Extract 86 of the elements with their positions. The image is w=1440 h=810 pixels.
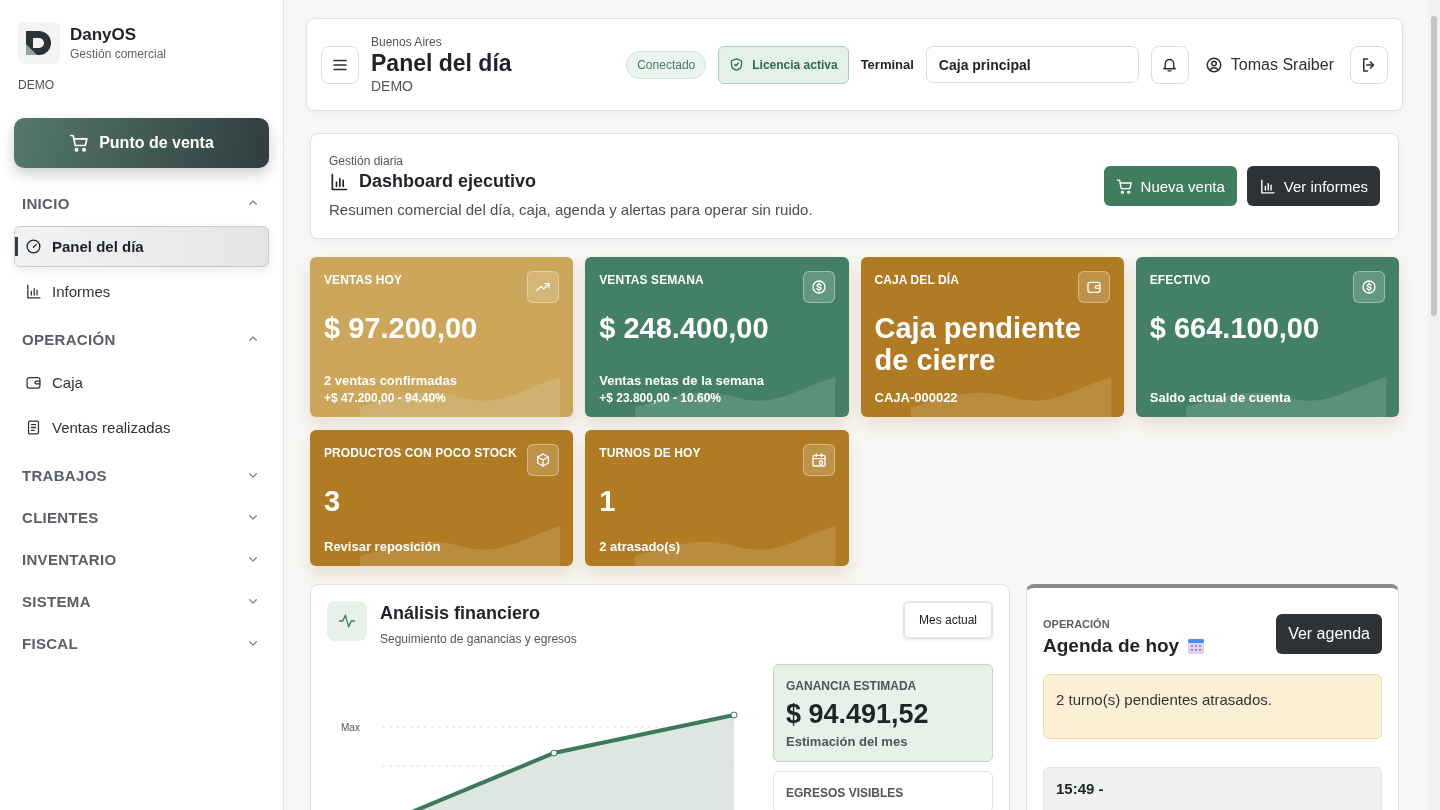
section-header[interactable]: INICIO (14, 182, 269, 224)
new-sale-button[interactable]: Nueva venta (1103, 166, 1237, 206)
logout-button[interactable] (1350, 45, 1388, 84)
stat-label: EGRESOS VISIBLES (786, 786, 905, 800)
page-title: Panel del día (371, 50, 513, 77)
section-eyebrow: Gestión diaria (329, 154, 405, 168)
stat-note: Estimación del mes (786, 734, 909, 749)
kpi-title: VENTAS SEMANA (599, 273, 704, 287)
chart-point (550, 749, 558, 757)
kpi-note: Saldo actual de cuenta (1149, 390, 1292, 405)
section-header[interactable]: OPERACIÓN (14, 318, 269, 360)
dollar-icon (1361, 279, 1377, 295)
kpi-note: CAJA-000022 (874, 390, 959, 405)
kpi-note: +$ 23.800,00 - 10.60% (599, 391, 722, 405)
scrollbar[interactable] (1428, 0, 1440, 810)
period-button[interactable]: Mes actual (902, 601, 993, 639)
kpi-value: 3 (324, 486, 342, 518)
kpi-value: Caja pendiente de cierre (874, 313, 1082, 377)
shield-icon (729, 57, 745, 72)
kpi-value: $ 664.100,00 (1149, 313, 1321, 345)
section-header[interactable]: SISTEMA (14, 580, 269, 622)
section-title: Dashboard ejecutivo (359, 171, 537, 192)
brand-subtitle: Gestión comercial (70, 47, 167, 61)
stat-value: $ 94.491,52 (786, 699, 930, 730)
kpi-note: Revisar reposición (324, 539, 442, 554)
sidebar-item[interactable]: Ventas realizadas (14, 407, 269, 448)
section-header[interactable]: INVENTARIO (14, 538, 269, 580)
menu-button[interactable] (321, 45, 359, 84)
bell-icon (1161, 56, 1179, 73)
panel-subtitle: Seguimiento de ganancias y egresos (380, 632, 578, 646)
bar-chart-icon (329, 171, 349, 192)
terminal-label: Terminal (860, 57, 914, 72)
kpi-title: VENTAS HOY (324, 273, 403, 287)
section-header[interactable]: TRABAJOS (14, 454, 269, 496)
box-icon (535, 452, 552, 468)
license-badge: Licencia activa (718, 45, 849, 84)
section-description: Resumen comercial del día, caja, agenda y alertas para operar sin ruido. (329, 201, 814, 218)
cart-icon (1115, 177, 1133, 195)
kpi-value: 1 (599, 486, 617, 518)
panel-title: Análisis financiero (380, 603, 542, 624)
sidebar-item[interactable]: Caja (14, 362, 269, 403)
kpi-note: 2 ventas confirmadas (324, 373, 458, 388)
kpi-note: +$ 47.200,00 - 94.40% (324, 391, 447, 405)
user-icon (1204, 55, 1223, 74)
agenda-button[interactable]: Ver agenda (1276, 614, 1382, 654)
kpi-note: 2 atrasado(s) (599, 539, 682, 554)
section-header[interactable]: FISCAL (14, 622, 269, 664)
sidebar-item[interactable]: Informes (14, 271, 269, 312)
notifications-button[interactable] (1150, 45, 1189, 84)
page-subtitle: DEMO (371, 78, 414, 94)
status-badge: Conectado (626, 50, 707, 79)
sidebar-item[interactable]: Panel del día (14, 226, 269, 267)
cart-icon (69, 133, 90, 153)
wallet-icon (1085, 279, 1102, 295)
document-icon (25, 419, 42, 436)
stat-label: GANANCIA ESTIMADA (786, 679, 918, 693)
user-name[interactable]: Tomas Sraiber (1230, 55, 1334, 74)
alert-message: 2 turno(s) pendientes atrasados. (1043, 674, 1382, 739)
gauge-icon (25, 238, 42, 255)
kpi-note: Ventas netas de la semana (599, 373, 765, 388)
brand-name: DanyOS (70, 25, 138, 45)
calendar-icon (1187, 637, 1206, 655)
kpi-value: $ 248.400,00 (599, 313, 770, 345)
location-label: Buenos Aires (371, 35, 443, 49)
chart-label: Max (341, 722, 360, 733)
kpi-value: $ 97.200,00 (324, 313, 479, 345)
bar-chart-icon (25, 283, 42, 300)
wallet-icon (25, 374, 42, 391)
reports-button[interactable]: Ver informes (1246, 166, 1380, 206)
dollar-icon (810, 279, 827, 295)
section-header[interactable]: CLIENTES (14, 496, 269, 538)
section-eyebrow: OPERACIÓN (1043, 618, 1111, 630)
scrollbar-thumb[interactable] (1431, 16, 1437, 316)
appointment-time[interactable]: 15:49 - (1043, 767, 1382, 810)
kpi-title: CAJA DEL DÍA (874, 273, 960, 287)
logo (18, 22, 60, 64)
chart-point (730, 711, 738, 719)
pos-button[interactable]: Punto de venta (14, 118, 269, 168)
terminal-select[interactable]: Caja principal (925, 46, 1139, 83)
panel-title: Agenda de hoy (1043, 635, 1180, 657)
bar-chart-icon (1258, 177, 1276, 195)
kpi-title: PRODUCTOS CON POCO STOCK (324, 446, 517, 460)
kpi-title: TURNOS DE HOY (599, 446, 701, 460)
kpi-title: EFECTIVO (1149, 273, 1211, 287)
demo-label: DEMO (18, 78, 54, 92)
calendar-icon (810, 452, 827, 468)
